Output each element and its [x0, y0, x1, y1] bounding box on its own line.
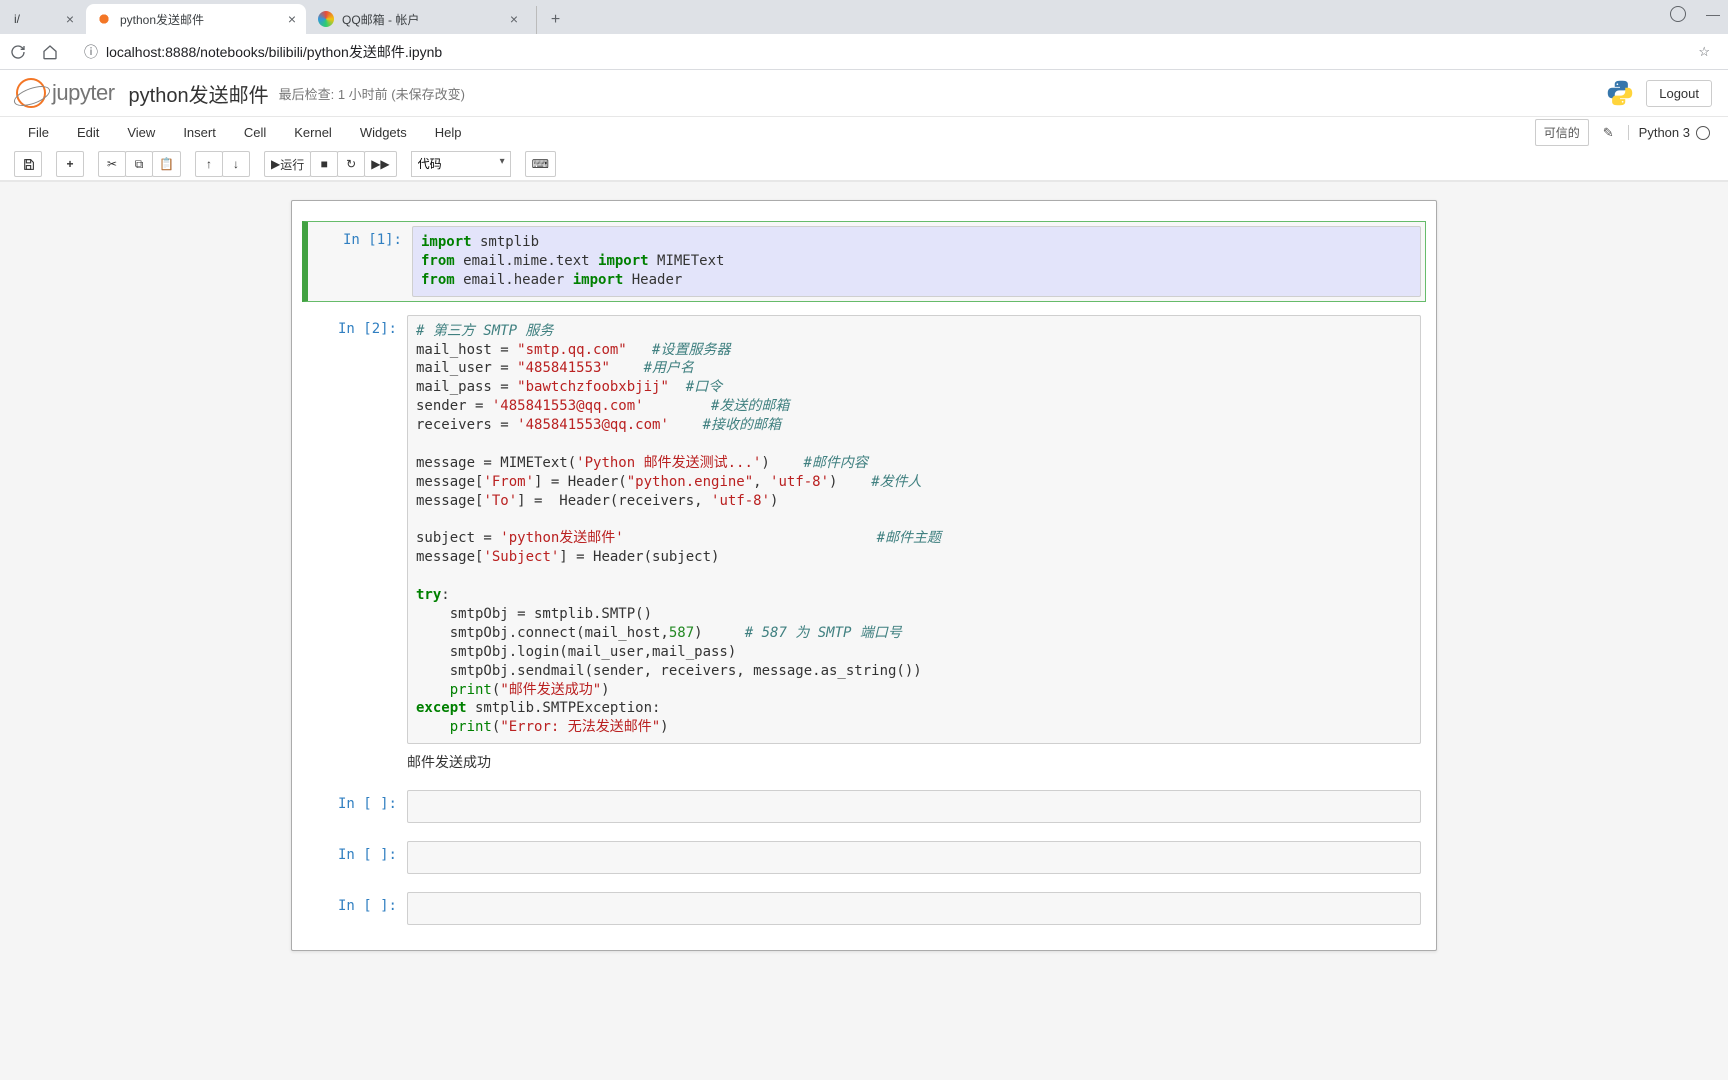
cell-output: 邮件发送成功 [407, 744, 1421, 772]
profile-icon[interactable] [1670, 6, 1686, 22]
code-input[interactable] [407, 892, 1421, 925]
tab-label: python发送邮件 [120, 11, 282, 28]
python-logo-icon [1606, 79, 1634, 107]
move-up-button[interactable]: ↑ [195, 151, 223, 177]
menu-kernel[interactable]: Kernel [280, 117, 346, 148]
code-cell[interactable]: In [ ]: [302, 836, 1426, 879]
browser-tab[interactable]: QQ邮箱 - 帐户 × [308, 4, 528, 34]
browser-tab[interactable]: i/ × [4, 4, 84, 34]
jupyter-logo[interactable]: jupyter [16, 78, 115, 108]
cell-prompt: In [ ]: [307, 841, 407, 874]
favicon-jupyter-icon [96, 11, 112, 27]
command-palette-button[interactable]: ⌨ [525, 151, 556, 177]
close-icon[interactable]: × [66, 11, 74, 27]
trusted-indicator[interactable]: 可信的 [1535, 119, 1589, 146]
menu-view[interactable]: View [113, 117, 169, 148]
move-down-button[interactable]: ↓ [222, 151, 250, 177]
cut-button[interactable]: ✂ [98, 151, 126, 177]
menu-file[interactable]: File [14, 117, 63, 148]
cell-prompt: In [ ]: [307, 790, 407, 823]
save-button[interactable] [14, 151, 42, 177]
page-body: jupyter python发送邮件 最后检查: 1 小时前 (未保存改变) L… [0, 70, 1728, 1080]
bookmark-star-icon[interactable]: ☆ [1698, 44, 1710, 60]
add-cell-button[interactable]: + [56, 151, 84, 177]
jupyter-header: jupyter python发送邮件 最后检查: 1 小时前 (未保存改变) L… [0, 70, 1728, 117]
restart-run-all-button[interactable]: ▶▶ [364, 151, 396, 177]
logout-button[interactable]: Logout [1646, 80, 1712, 107]
browser-tab-active[interactable]: python发送邮件 × [86, 4, 306, 34]
tab-label: QQ邮箱 - 帐户 [342, 11, 504, 28]
checkpoint-status: 最后检查: 1 小时前 (未保存改变) [279, 84, 465, 103]
jupyter-brand-text: jupyter [52, 80, 115, 106]
menu-bar: File Edit View Insert Cell Kernel Widget… [0, 117, 1728, 148]
close-icon[interactable]: × [510, 11, 518, 27]
code-input[interactable] [407, 790, 1421, 823]
browser-tab-strip: i/ × python发送邮件 × QQ邮箱 - 帐户 × + — [0, 0, 1728, 34]
minimize-icon[interactable]: — [1706, 6, 1720, 22]
site-info-icon[interactable]: ⓘ [84, 42, 98, 62]
copy-button[interactable]: ⧉ [125, 151, 153, 177]
code-input[interactable] [407, 841, 1421, 874]
notebook-container: In [1]: import smtplib from email.mime.t… [291, 200, 1437, 951]
kernel-indicator[interactable]: Python 3 [1628, 125, 1710, 140]
code-input[interactable]: # 第三方 SMTP 服务 mail_host = "smtp.qq.com" … [407, 315, 1421, 745]
toolbar: + ✂ ⧉ 📋 ↑ ↓ ▶ 运行 ■ ↻ ▶▶ 代码 [0, 148, 1728, 181]
code-cell[interactable]: In [ ]: [302, 887, 1426, 930]
menu-help[interactable]: Help [421, 117, 476, 148]
interrupt-button[interactable]: ■ [310, 151, 338, 177]
run-button[interactable]: ▶ 运行 [264, 151, 311, 177]
cell-prompt: In [ ]: [307, 892, 407, 925]
jupyter-planet-icon [16, 78, 46, 108]
close-icon[interactable]: × [288, 11, 296, 27]
favicon-qq-icon [318, 11, 334, 27]
url-text: localhost:8888/notebooks/bilibili/python… [106, 42, 442, 62]
edit-icon[interactable]: ✎ [1597, 125, 1620, 141]
cell-type-select[interactable]: 代码 [411, 151, 511, 177]
code-cell[interactable]: In [1]: import smtplib from email.mime.t… [302, 221, 1426, 302]
kernel-status-icon [1696, 126, 1710, 140]
notebook-name[interactable]: python发送邮件 [129, 79, 269, 108]
address-bar: ⓘ localhost:8888/notebooks/bilibili/pyth… [0, 34, 1728, 70]
code-cell[interactable]: In [2]: # 第三方 SMTP 服务 mail_host = "smtp.… [302, 310, 1426, 778]
new-tab-button[interactable]: + [536, 6, 564, 34]
code-input[interactable]: import smtplib from email.mime.text impo… [412, 226, 1421, 297]
kernel-name: Python 3 [1639, 125, 1690, 140]
menu-cell[interactable]: Cell [230, 117, 280, 148]
cell-prompt: In [1]: [312, 226, 412, 297]
menu-insert[interactable]: Insert [169, 117, 230, 148]
restart-button[interactable]: ↻ [337, 151, 365, 177]
menu-edit[interactable]: Edit [63, 117, 113, 148]
cell-prompt: In [2]: [307, 315, 407, 773]
home-icon[interactable] [40, 42, 60, 62]
tab-label: i/ [14, 12, 60, 26]
url-field[interactable]: ⓘ localhost:8888/notebooks/bilibili/pyth… [72, 38, 1686, 66]
paste-button[interactable]: 📋 [152, 151, 181, 177]
code-cell[interactable]: In [ ]: [302, 785, 1426, 828]
menu-widgets[interactable]: Widgets [346, 117, 421, 148]
reload-icon[interactable] [8, 42, 28, 62]
